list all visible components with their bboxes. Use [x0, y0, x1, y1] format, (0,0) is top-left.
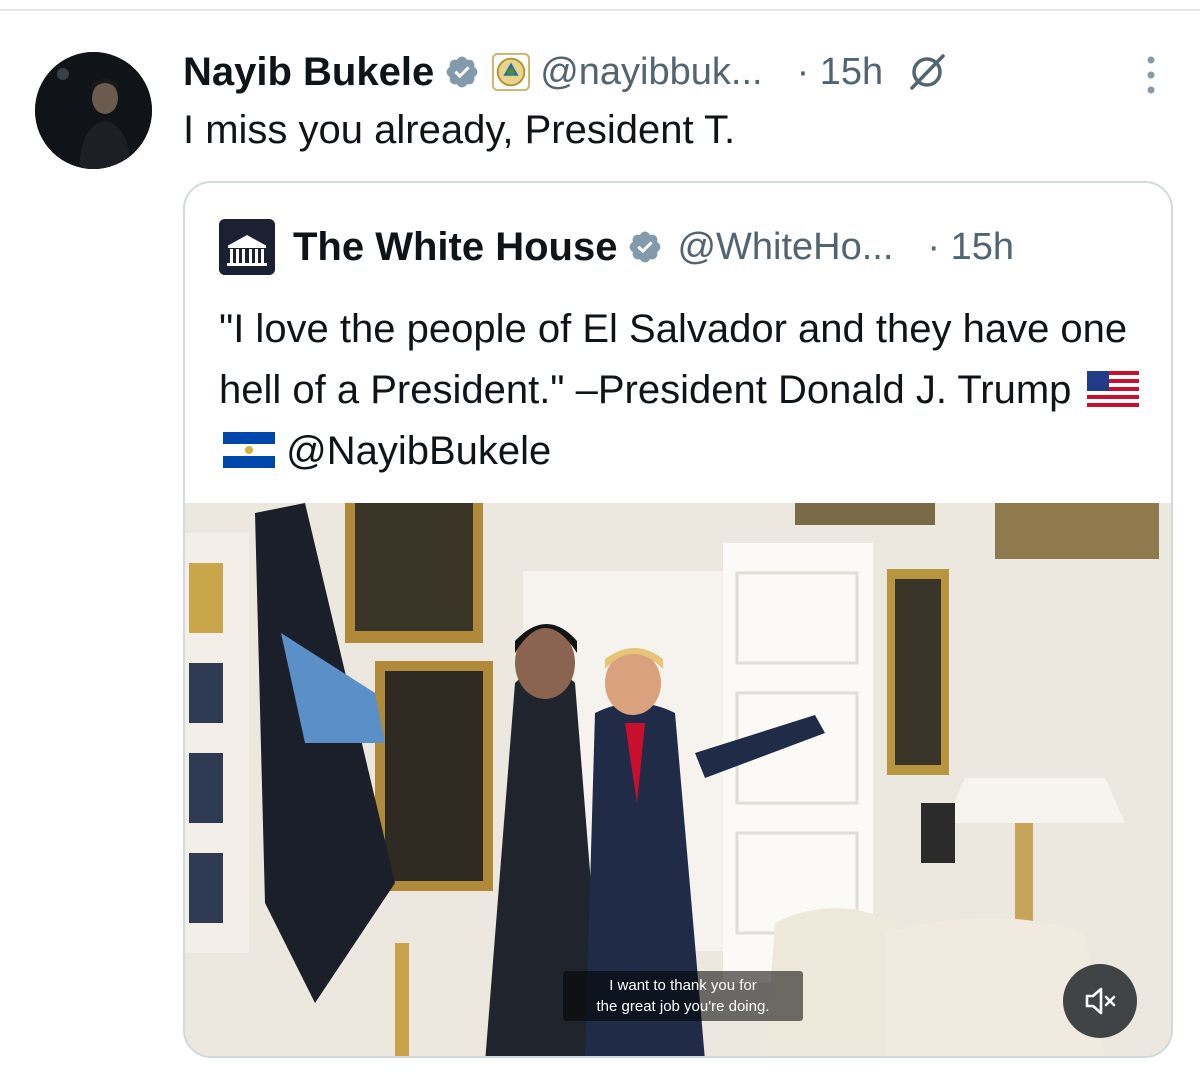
quoted-text-body: "I love the people of El Salvador and th… [219, 307, 1128, 412]
el-salvador-flag-icon [223, 432, 275, 468]
verified-badge-icon[interactable] [627, 229, 663, 265]
verified-badge-icon[interactable] [444, 54, 480, 90]
us-flag-icon [1086, 371, 1139, 407]
quoted-author-handle[interactable]: @WhiteHo... [677, 226, 893, 269]
avatar-image [35, 52, 152, 169]
author-avatar[interactable] [35, 52, 152, 169]
grok-icon[interactable] [905, 50, 949, 94]
video-caption: I want to thank you for the great job yo… [563, 971, 803, 1021]
quoted-tweet-card[interactable]: The White House @WhiteHo... · 15h "I lov… [183, 181, 1173, 1058]
quoted-tweet-time[interactable]: · 15h [927, 226, 1014, 269]
white-house-logo-icon[interactable] [219, 219, 275, 275]
el-salvador-seal-icon[interactable] [492, 53, 531, 91]
quoted-tweet-text: "I love the people of El Salvador and th… [219, 299, 1149, 482]
mute-toggle-button[interactable] [1063, 964, 1137, 1038]
tweet-time[interactable]: · 15h [797, 51, 884, 94]
author-handle[interactable]: @nayibbuk... [540, 51, 762, 94]
quoted-author-name[interactable]: The White House [293, 225, 617, 270]
quoted-tweet-header: The White House @WhiteHo... · 15h [219, 219, 1014, 275]
top-divider [0, 9, 1200, 11]
tweet-text: I miss you already, President T. [183, 108, 736, 152]
more-options-icon[interactable] [1140, 52, 1162, 98]
video-player[interactable]: I want to thank you for the great job yo… [185, 503, 1171, 1056]
author-name[interactable]: Nayib Bukele [183, 50, 434, 95]
speaker-muted-icon [1085, 987, 1116, 1015]
caption-line-2: the great job you're doing. [596, 998, 770, 1015]
caption-line-1: I want to thank you for [609, 977, 757, 994]
tweet-header: Nayib Bukele @nayibbuk... · 15h [183, 46, 949, 98]
quoted-mention[interactable]: @NayibBukele [286, 429, 551, 473]
